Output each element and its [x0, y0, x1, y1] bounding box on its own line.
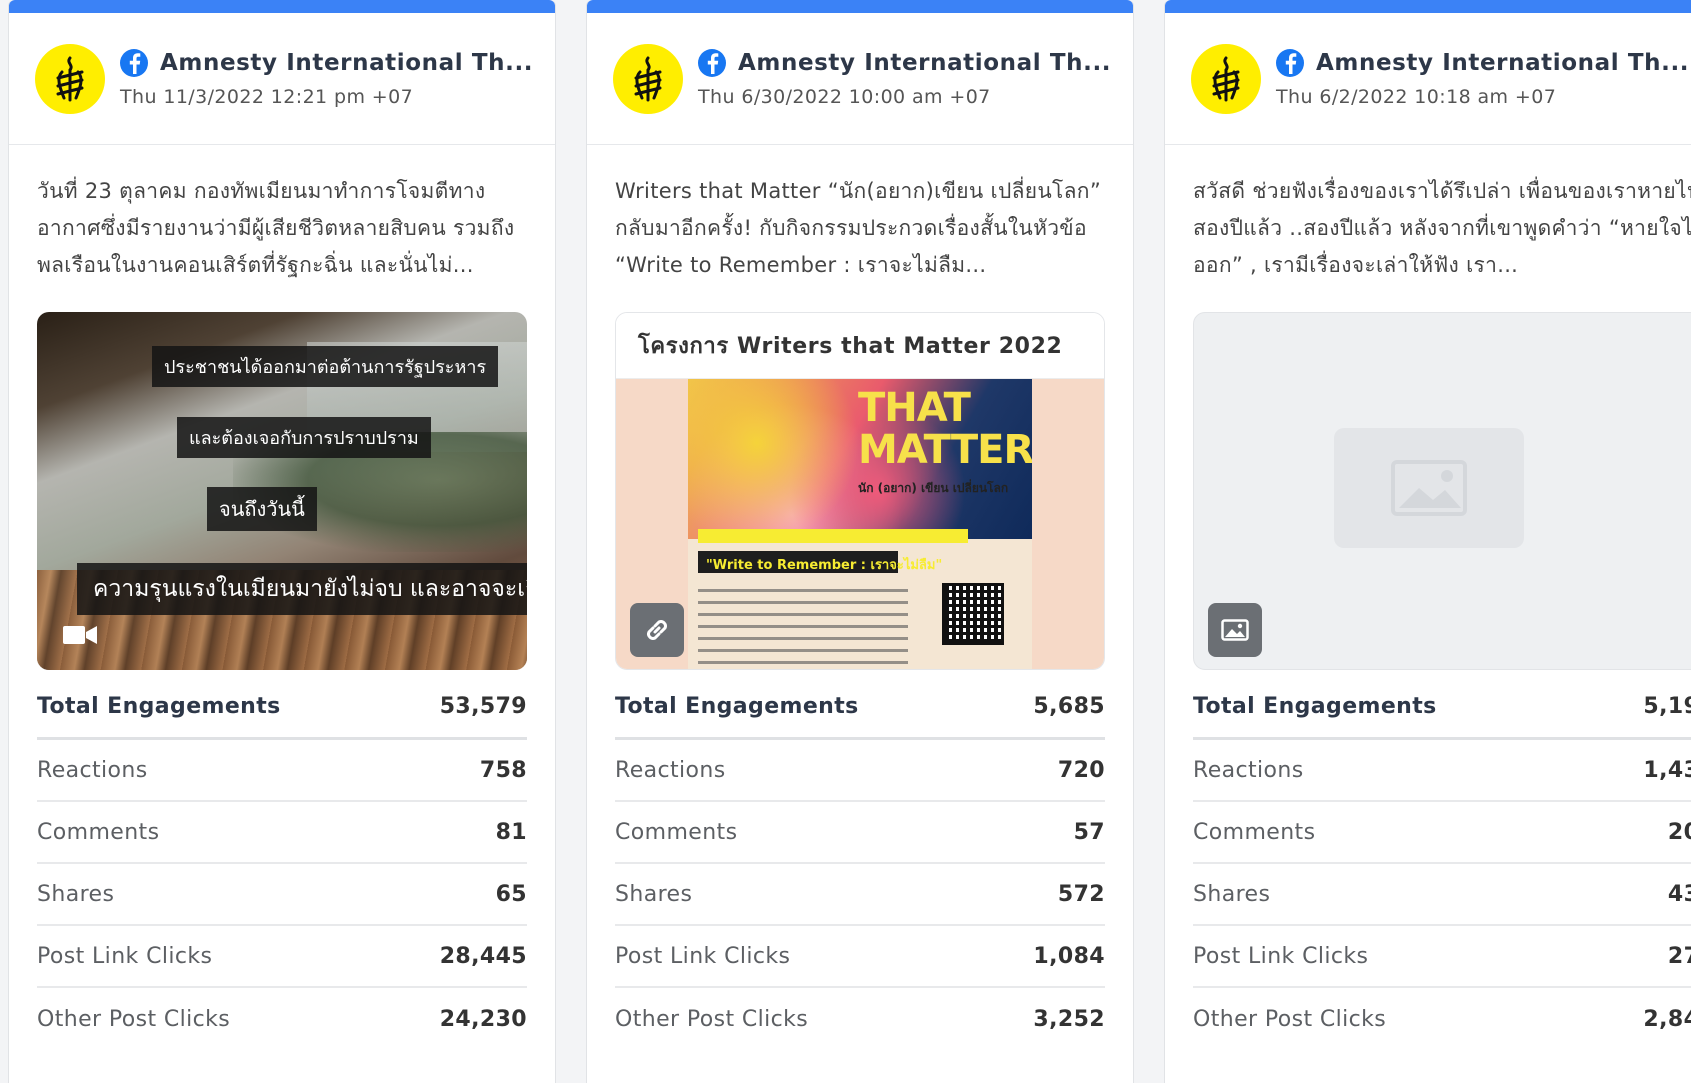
card-accent-bar: [587, 0, 1133, 13]
card-accent-bar: [9, 0, 555, 13]
post-card[interactable]: Amnesty International Th... Thu 11/3/202…: [8, 0, 556, 1083]
stat-row-post-link-clicks: Post Link Clicks 28,445: [37, 926, 527, 988]
engagement-stats: Total Engagements 53,579 Reactions 758 C…: [9, 676, 555, 1050]
stat-row-reactions: Reactions 758: [37, 740, 527, 802]
post-video-thumbnail[interactable]: ประชาชนได้ออกมาต่อต้านการรัฐประหาร และต้…: [37, 312, 527, 670]
image-icon: [1208, 603, 1262, 657]
stat-row-shares: Shares 65: [37, 864, 527, 926]
card-accent-bar: [1165, 0, 1691, 13]
link-preview-title[interactable]: โครงการ Writers that Matter 2022: [616, 313, 1104, 379]
link-preview-image: THAT MATTER นัก (อยาก) เขียน เปลี่ยนโลก …: [616, 379, 1104, 669]
post-header: Amnesty International Th... Thu 6/2/2022…: [1165, 13, 1691, 145]
amnesty-candle-avatar-icon[interactable]: [1191, 43, 1261, 114]
video-camera-icon: [63, 626, 97, 644]
video-caption: จนถึงวันนี้: [207, 487, 317, 531]
post-card[interactable]: Amnesty International Th... Thu 6/2/2022…: [1164, 0, 1691, 1083]
stat-row-shares: Shares 434: [1193, 864, 1691, 926]
amnesty-candle-avatar-icon[interactable]: [35, 43, 105, 114]
video-caption: และต้องเจอกับการปราบปราม: [177, 417, 431, 458]
post-date: Thu 6/2/2022 10:18 am +07: [1276, 86, 1557, 108]
stat-row-post-link-clicks: Post Link Clicks 1,084: [615, 926, 1105, 988]
stat-row-reactions: Reactions 1,431: [1193, 740, 1691, 802]
stat-row-reactions: Reactions 720: [615, 740, 1105, 802]
page-name[interactable]: Amnesty International Th...: [160, 50, 533, 76]
poster-image: THAT MATTER นัก (อยาก) เขียน เปลี่ยนโลก …: [688, 379, 1032, 669]
stat-row-comments: Comments 57: [615, 802, 1105, 864]
engagement-stats: Total Engagements 5,192 Reactions 1,431 …: [1165, 676, 1691, 1050]
stat-row-shares: Shares 572: [615, 864, 1105, 926]
facebook-icon: [120, 49, 148, 77]
stat-row-total-engagements: Total Engagements 53,579: [37, 676, 527, 740]
video-caption: ความรุนแรงในเมียนมายังไม่จบ และอาจจะเกิด…: [77, 563, 527, 615]
stat-row-total-engagements: Total Engagements 5,685: [615, 676, 1105, 740]
stat-row-other-post-clicks: Other Post Clicks 2,845: [1193, 1006, 1691, 1032]
image-placeholder-icon: [1334, 428, 1524, 548]
video-caption: ประชาชนได้ออกมาต่อต้านการรัฐประหาร: [152, 346, 499, 387]
post-date: Thu 11/3/2022 12:21 pm +07: [120, 86, 414, 108]
facebook-icon: [1276, 49, 1304, 77]
post-cards-row: Amnesty International Th... Thu 11/3/202…: [0, 0, 1691, 1083]
poster-tag: "Write to Remember : เราจะไม่ลืม": [698, 551, 942, 573]
facebook-icon: [698, 49, 726, 77]
amnesty-candle-avatar-icon[interactable]: [613, 43, 683, 114]
poster-title-line: MATTER: [858, 427, 1032, 473]
qr-code: [942, 583, 1004, 645]
stat-row-post-link-clicks: Post Link Clicks 276: [1193, 926, 1691, 988]
post-body-text: Writers that Matter “นัก(อยาก)เขียน เปลี…: [615, 179, 1102, 277]
stat-row-other-post-clicks: Other Post Clicks 24,230: [37, 1006, 527, 1032]
post-date: Thu 6/30/2022 10:00 am +07: [698, 86, 991, 108]
post-body-text: สวัสดี ช่วยฟังเรื่องของเราได้รึเปล่า เพื…: [1193, 179, 1691, 277]
poster-subtitle: นัก (อยาก) เขียน เปลี่ยนโลก: [858, 481, 1009, 495]
link-preview[interactable]: โครงการ Writers that Matter 2022 THAT MA…: [615, 312, 1105, 670]
stat-row-comments: Comments 81: [37, 802, 527, 864]
stat-row-other-post-clicks: Other Post Clicks 3,252: [615, 1006, 1105, 1032]
post-body-text: วันที่ 23 ตุลาคม กองทัพเมียนมาทำการโจมตี…: [37, 179, 515, 277]
page-name[interactable]: Amnesty International Th...: [738, 50, 1111, 76]
link-icon: [630, 603, 684, 657]
post-header: Amnesty International Th... Thu 6/30/202…: [587, 13, 1133, 145]
stat-row-total-engagements: Total Engagements 5,192: [1193, 676, 1691, 740]
poster-title-line: THAT: [858, 385, 971, 431]
post-card[interactable]: Amnesty International Th... Thu 6/30/202…: [586, 0, 1134, 1083]
post-header: Amnesty International Th... Thu 11/3/202…: [9, 13, 555, 145]
post-image-placeholder[interactable]: [1193, 312, 1691, 670]
engagement-stats: Total Engagements 5,685 Reactions 720 Co…: [587, 676, 1133, 1050]
page-name[interactable]: Amnesty International Th...: [1316, 50, 1689, 76]
stat-row-comments: Comments 206: [1193, 802, 1691, 864]
